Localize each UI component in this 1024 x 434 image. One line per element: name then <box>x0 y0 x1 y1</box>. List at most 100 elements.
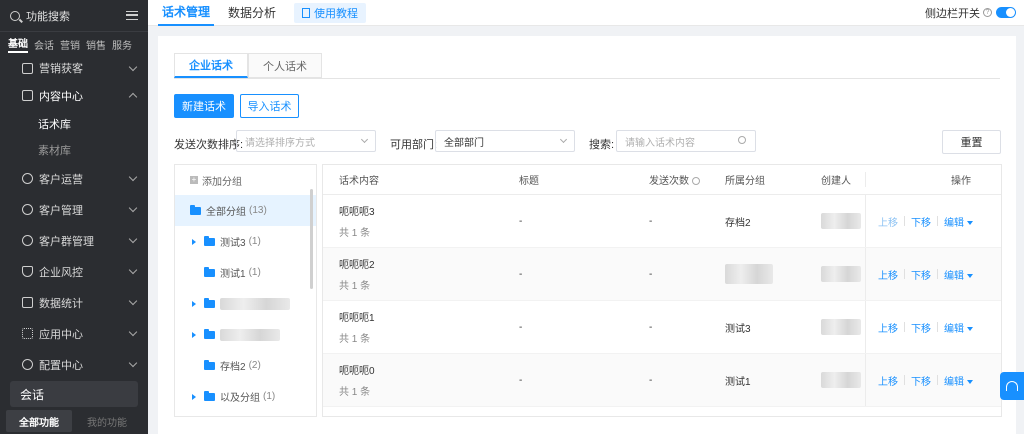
move-down-link[interactable]: 下移 <box>911 320 931 335</box>
caret-down-icon <box>967 379 973 384</box>
my-functions-button[interactable]: 我的功能 <box>72 410 142 432</box>
dept-select[interactable]: 全部部门 <box>435 130 575 152</box>
row-group: 存档2 <box>725 217 751 229</box>
sidebar-item-label: 应用中心 <box>39 328 83 341</box>
chevron-up-icon <box>128 92 138 102</box>
row-count: - <box>649 268 653 280</box>
search-icon[interactable] <box>738 136 746 144</box>
sidebar-sub-material-library[interactable]: 素材库 <box>0 137 148 163</box>
import-script-button[interactable]: 导入话术 <box>240 94 299 118</box>
divider <box>904 269 905 279</box>
tree-scrollbar[interactable] <box>310 189 313 289</box>
function-search[interactable]: 功能搜索 <box>0 0 148 32</box>
sidebar-item-label: 数据统计 <box>39 297 83 310</box>
all-functions-button[interactable]: 全部功能 <box>6 410 72 432</box>
sidebar-tab-service[interactable]: 服务 <box>112 37 132 52</box>
chevron-down-icon <box>128 203 138 213</box>
sidebar-tab-session[interactable]: 会话 <box>34 37 54 52</box>
sort-select[interactable]: 请选择排序方式 <box>236 130 376 152</box>
content-card: 企业话术 个人话术 新建话术 导入话术 发送次数排序: 请选择排序方式 可用部门… <box>158 36 1016 434</box>
divider <box>937 375 938 385</box>
sidebar-item-customer-ops[interactable]: 客户运营 <box>0 163 148 194</box>
chevron-down-icon <box>128 172 138 182</box>
move-down-link[interactable]: 下移 <box>911 373 931 388</box>
tab-script-management[interactable]: 话术管理 <box>158 0 215 26</box>
row-sub: 共 1 条 <box>339 334 371 345</box>
add-group-button[interactable]: + 添加分组 <box>175 165 316 195</box>
row-group: 测试1 <box>725 376 751 388</box>
edit-label: 编辑 <box>944 217 964 229</box>
edit-dropdown[interactable]: 编辑 <box>944 214 973 229</box>
divider <box>904 375 905 385</box>
sidebar-item-marketing[interactable]: 营销获客 <box>0 56 148 80</box>
sidebar-item-group-mgmt[interactable]: 客户群管理 <box>0 225 148 256</box>
caret-right-icon[interactable] <box>192 331 196 338</box>
sidebar-tab-sales[interactable]: 销售 <box>86 37 106 52</box>
sidebar-bottom-tabs: 全部功能 我的功能 <box>6 410 142 432</box>
row-title: - <box>519 215 523 227</box>
search-input[interactable]: 请输入话术内容 <box>616 130 756 152</box>
col-title: 标题 <box>519 176 539 187</box>
tree-node[interactable]: 测试1 (1) <box>175 257 316 288</box>
sidebar-item-customer-mgmt[interactable]: 客户管理 <box>0 194 148 225</box>
row-sub: 共 1 条 <box>339 228 371 239</box>
sidebar-item-content-center[interactable]: 内容中心 <box>0 80 148 111</box>
tree-node-all[interactable]: 全部分组 (13) <box>175 195 316 226</box>
tab-enterprise-scripts[interactable]: 企业话术 <box>174 53 248 78</box>
move-down-link[interactable]: 下移 <box>911 267 931 282</box>
tutorial-button[interactable]: 使用教程 <box>294 2 367 23</box>
reset-button[interactable]: 重置 <box>942 130 1001 154</box>
user-icon <box>22 173 33 184</box>
sidebar-item-app-center[interactable]: 应用中心 <box>0 318 148 349</box>
move-up-link[interactable]: 上移 <box>878 320 898 335</box>
move-down-link[interactable]: 下移 <box>911 214 931 229</box>
edit-dropdown[interactable]: 编辑 <box>944 320 973 335</box>
sidebar-item-statistics[interactable]: 数据统计 <box>0 287 148 318</box>
menu-collapse-icon[interactable] <box>126 11 138 20</box>
move-up-link[interactable]: 上移 <box>878 373 898 388</box>
tab-data-analysis[interactable]: 数据分析 <box>224 0 280 26</box>
edit-label: 编辑 <box>944 323 964 335</box>
sidebar-tab-marketing[interactable]: 营销 <box>60 37 80 52</box>
customer-service-button[interactable] <box>1000 372 1024 400</box>
sidebar-sub-script-library[interactable]: 话术库 <box>0 111 148 137</box>
tree-node-label: 以及分组 <box>220 393 260 404</box>
gift-icon <box>22 62 33 74</box>
tree-node[interactable]: 测试3 (1) <box>175 226 316 257</box>
caret-right-icon[interactable] <box>192 238 196 245</box>
edit-dropdown[interactable]: 编辑 <box>944 267 973 282</box>
document-icon <box>302 7 311 18</box>
search-label: 搜索: <box>589 139 615 151</box>
sidebar-tab-basic[interactable]: 基础 <box>8 35 28 53</box>
move-up-link[interactable]: 上移 <box>878 267 898 282</box>
tree-node[interactable] <box>175 319 316 350</box>
tabs-divider <box>174 78 1000 79</box>
redacted-creator <box>821 266 861 282</box>
sidebar-switch-label: 侧边栏开关 <box>925 7 980 20</box>
move-up-link[interactable]: 上移 <box>878 214 898 229</box>
sidebar-item-risk-control[interactable]: 企业风控 <box>0 256 148 287</box>
divider <box>937 269 938 279</box>
caret-down-icon <box>967 220 973 225</box>
sidebar-item-label: 营销获客 <box>39 63 83 75</box>
tree-node-count: (13) <box>249 205 267 216</box>
tree-node[interactable] <box>175 288 316 319</box>
tree-node[interactable]: 存档2 (2) <box>175 350 316 381</box>
edit-dropdown[interactable]: 编辑 <box>944 373 973 388</box>
redacted-creator <box>821 213 861 229</box>
help-icon[interactable] <box>692 177 700 186</box>
sidebar-toggle[interactable] <box>996 7 1016 18</box>
tree-node-label: 存档2 <box>220 362 246 373</box>
chart-icon <box>22 297 33 308</box>
sidebar-item-config-center[interactable]: 配置中心 <box>0 349 148 380</box>
new-script-button[interactable]: 新建话术 <box>174 94 234 118</box>
help-icon[interactable]: ? <box>983 8 992 17</box>
session-section[interactable]: 会话 <box>10 381 138 407</box>
caret-right-icon[interactable] <box>192 300 196 307</box>
tree-node-count: (1) <box>248 236 261 247</box>
tree-node[interactable]: 以及分组 (1) <box>175 381 316 412</box>
caret-right-icon[interactable] <box>192 393 196 400</box>
tab-personal-scripts[interactable]: 个人话术 <box>248 53 322 78</box>
redacted-creator <box>821 372 861 388</box>
tutorial-label: 使用教程 <box>314 7 359 20</box>
